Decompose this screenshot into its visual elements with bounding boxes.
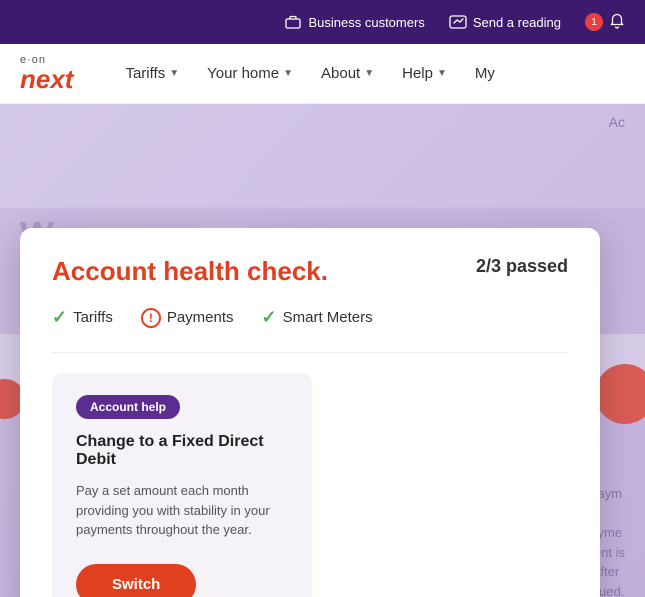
info-card: Account help Change to a Fixed Direct De… — [52, 373, 312, 597]
business-customers-label: Business customers — [308, 15, 424, 30]
modal-checks: ✓ Tariffs ! Payments ✓ Smart Meters — [52, 307, 568, 328]
nav-item-tariffs[interactable]: Tariffs ▼ — [113, 57, 191, 90]
nav-bar: e·on next Tariffs ▼ Your home ▼ About ▼ … — [0, 44, 645, 104]
send-reading-label: Send a reading — [473, 15, 561, 30]
chevron-down-icon: ▼ — [169, 68, 179, 79]
modal-overlay: Account health check. 2/3 passed ✓ Tarif… — [0, 208, 645, 597]
check-icon-warning-payments: ! — [141, 308, 161, 328]
check-label-payments: Payments — [167, 309, 234, 326]
logo[interactable]: e·on next — [20, 55, 73, 92]
nav-label-my: My — [475, 65, 495, 82]
chevron-down-icon: ▼ — [437, 68, 447, 79]
page-background: W... 192 G... Ac t paympaymement iss aft… — [0, 104, 645, 597]
briefcase-icon — [284, 13, 302, 31]
check-item-tariffs: ✓ Tariffs — [52, 307, 113, 328]
switch-button[interactable]: Switch — [76, 564, 196, 597]
send-reading-link[interactable]: Send a reading — [449, 13, 561, 31]
nav-label-about: About — [321, 65, 360, 82]
top-bar: Business customers Send a reading 1 — [0, 0, 645, 44]
nav-label-help: Help — [402, 65, 433, 82]
nav-item-about[interactable]: About ▼ — [309, 57, 386, 90]
chevron-down-icon: ▼ — [283, 68, 293, 79]
nav-label-your-home: Your home — [207, 65, 279, 82]
modal-passed: 2/3 passed — [476, 256, 568, 277]
check-icon-passed-smart-meters: ✓ — [262, 307, 277, 328]
business-customers-link[interactable]: Business customers — [284, 13, 424, 31]
check-item-payments: ! Payments — [141, 307, 234, 328]
check-label-tariffs: Tariffs — [73, 309, 113, 326]
card-title: Change to a Fixed Direct Debit — [76, 433, 288, 469]
meter-icon — [449, 13, 467, 31]
modal-header: Account health check. 2/3 passed — [52, 256, 568, 287]
nav-label-tariffs: Tariffs — [125, 65, 165, 82]
modal-divider — [52, 352, 568, 353]
chevron-down-icon: ▼ — [364, 68, 374, 79]
logo-next: next — [20, 66, 73, 92]
bell-icon — [609, 13, 625, 32]
notification-bell[interactable]: 1 — [585, 13, 625, 32]
check-label-smart-meters: Smart Meters — [283, 309, 373, 326]
nav-item-your-home[interactable]: Your home ▼ — [195, 57, 305, 90]
check-icon-passed-tariffs: ✓ — [52, 307, 67, 328]
account-health-modal: Account health check. 2/3 passed ✓ Tarif… — [20, 228, 600, 597]
account-label-bg: Ac — [609, 114, 625, 130]
check-item-smart-meters: ✓ Smart Meters — [262, 307, 373, 328]
modal-title: Account health check. — [52, 256, 328, 287]
card-badge: Account help — [76, 395, 180, 419]
nav-items: Tariffs ▼ Your home ▼ About ▼ Help ▼ My — [113, 57, 625, 90]
notification-badge: 1 — [585, 13, 603, 31]
nav-item-help[interactable]: Help ▼ — [390, 57, 459, 90]
nav-item-my[interactable]: My — [463, 57, 507, 90]
card-description: Pay a set amount each month providing yo… — [76, 481, 288, 540]
